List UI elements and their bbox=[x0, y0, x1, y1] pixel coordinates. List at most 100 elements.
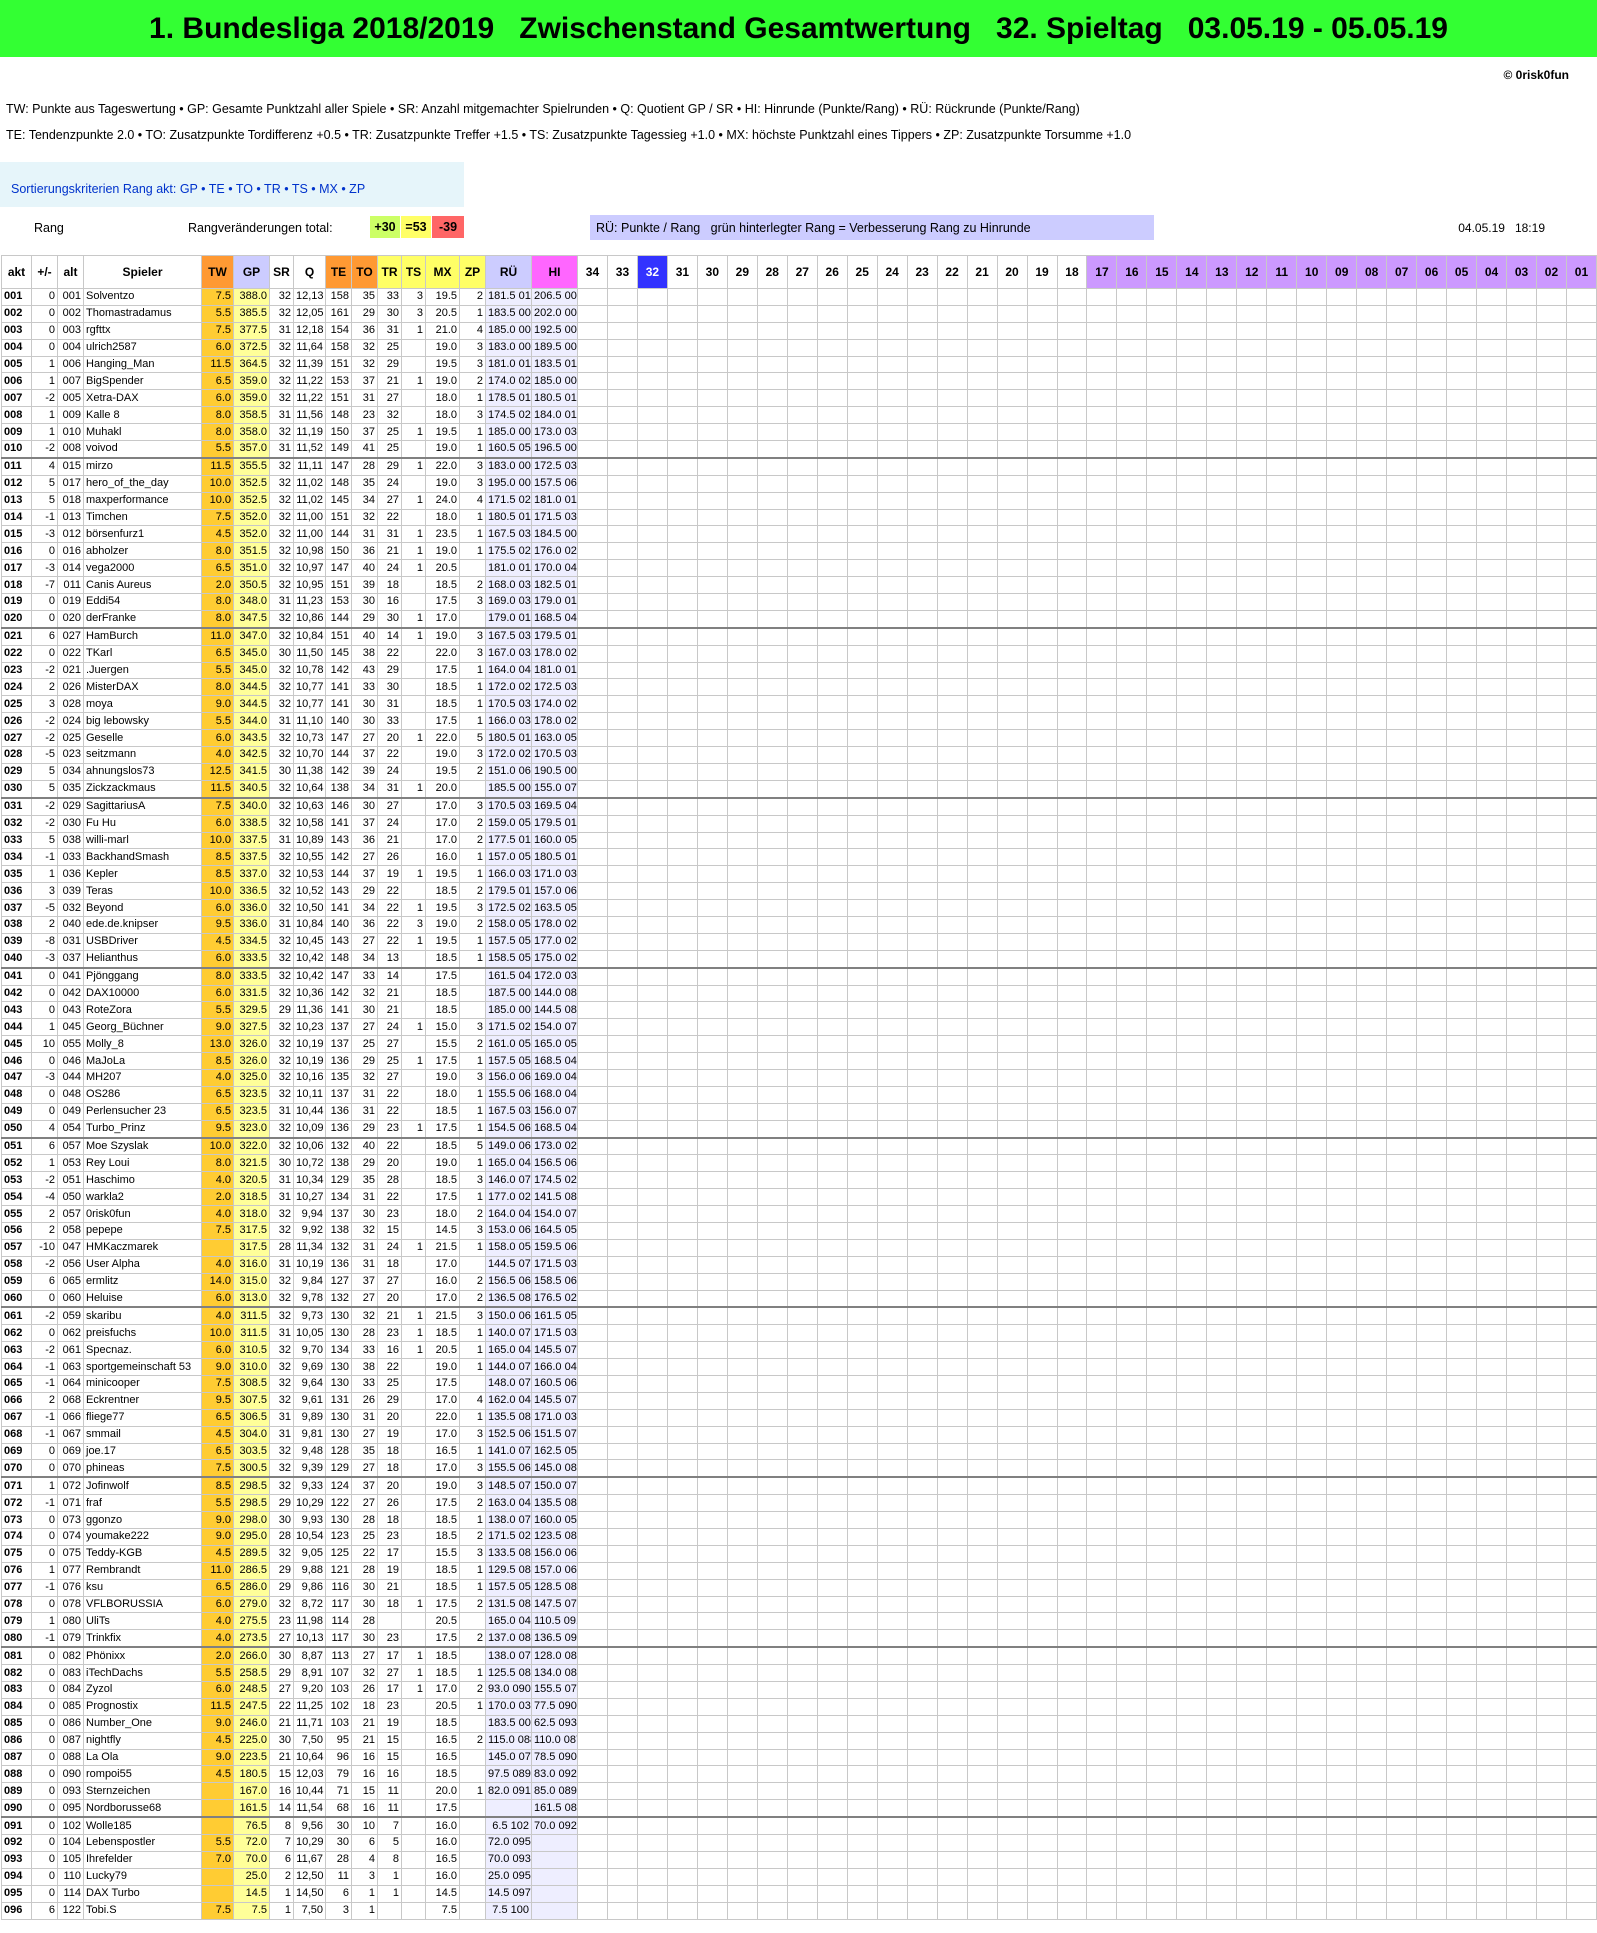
table-cell bbox=[1356, 1595, 1388, 1614]
table-cell bbox=[1146, 542, 1178, 561]
table-cell bbox=[1206, 644, 1238, 663]
table-cell bbox=[1236, 915, 1268, 934]
table-cell bbox=[1176, 762, 1208, 781]
table-cell: 11,34 bbox=[293, 1238, 326, 1257]
table-cell bbox=[846, 848, 878, 867]
table-cell bbox=[1026, 729, 1058, 748]
table-cell: 9,61 bbox=[293, 1391, 326, 1410]
table-cell bbox=[786, 1561, 818, 1580]
table-cell bbox=[786, 779, 818, 799]
table-cell: 32 bbox=[269, 1476, 294, 1496]
table-cell bbox=[726, 949, 758, 969]
table-cell bbox=[726, 967, 758, 986]
table-cell bbox=[1416, 1289, 1448, 1309]
table-cell bbox=[606, 1188, 638, 1207]
table-cell bbox=[756, 1816, 788, 1836]
table-cell bbox=[1266, 1341, 1298, 1360]
table-cell bbox=[846, 1765, 878, 1784]
table-cell bbox=[606, 1408, 638, 1427]
table-cell bbox=[786, 1188, 818, 1207]
table-cell bbox=[1446, 1408, 1478, 1427]
table-cell: 19.0 bbox=[425, 440, 460, 459]
table-cell bbox=[1026, 1238, 1058, 1257]
table-cell bbox=[1146, 304, 1178, 323]
table-cell bbox=[786, 508, 818, 527]
table-cell: Zickzackmaus bbox=[83, 779, 202, 799]
table-cell bbox=[636, 321, 668, 340]
table-cell: 6.0 bbox=[201, 1341, 234, 1360]
table-cell bbox=[1026, 932, 1058, 951]
table-cell bbox=[1296, 627, 1328, 646]
table-cell bbox=[577, 1646, 608, 1666]
table-cell bbox=[696, 1391, 728, 1410]
table-cell bbox=[906, 932, 938, 951]
table-cell bbox=[1386, 1901, 1418, 1920]
table-cell bbox=[1146, 1035, 1178, 1054]
table-cell: 30 bbox=[351, 1205, 378, 1223]
table-cell: 144.0 081 bbox=[531, 984, 578, 1003]
table-cell bbox=[936, 1476, 968, 1496]
table-cell bbox=[1236, 1561, 1268, 1580]
table-cell: 30 bbox=[269, 762, 294, 781]
table-cell: 31 bbox=[351, 1188, 378, 1207]
table-cell: 5 bbox=[377, 1834, 402, 1852]
table-cell: 169.0 043 bbox=[531, 1068, 578, 1087]
table-cell: 18.5 bbox=[425, 1646, 460, 1666]
table-cell bbox=[1026, 678, 1058, 697]
table-cell: HamBurch bbox=[83, 627, 202, 646]
table-cell bbox=[996, 831, 1028, 850]
table-cell bbox=[1536, 1085, 1567, 1104]
table-cell bbox=[696, 1799, 728, 1819]
table-cell: 39 bbox=[351, 576, 378, 595]
table-cell bbox=[966, 949, 998, 969]
table-cell: 32 bbox=[269, 729, 294, 748]
table-cell bbox=[1476, 321, 1508, 340]
table-cell bbox=[577, 1765, 608, 1784]
table-cell bbox=[996, 508, 1028, 527]
table-cell bbox=[1116, 457, 1148, 476]
table-cell bbox=[1296, 1289, 1328, 1309]
table-cell: 1 bbox=[31, 1154, 58, 1173]
table-cell: 170.0 040 bbox=[531, 559, 578, 578]
table-cell: 18.0 bbox=[425, 406, 460, 425]
table-cell bbox=[401, 1391, 426, 1410]
table-cell bbox=[756, 406, 788, 425]
table-cell bbox=[786, 406, 818, 425]
table-cell bbox=[1176, 1306, 1208, 1326]
table-cell bbox=[726, 1102, 758, 1121]
table-cell bbox=[1356, 1629, 1388, 1649]
table-cell bbox=[786, 915, 818, 934]
table-cell bbox=[1565, 1324, 1597, 1343]
table-cell bbox=[636, 1799, 668, 1819]
table-cell bbox=[1026, 372, 1058, 391]
table-cell bbox=[1446, 661, 1478, 680]
table-cell bbox=[459, 1255, 486, 1274]
table-cell: 32 bbox=[269, 1595, 294, 1614]
table-cell bbox=[485, 1799, 532, 1819]
table-cell: 0 bbox=[31, 1595, 58, 1614]
table-cell bbox=[1026, 338, 1058, 357]
table-cell bbox=[936, 762, 968, 781]
table-cell: 1 bbox=[401, 1119, 426, 1139]
table-cell bbox=[1176, 321, 1208, 340]
table-cell: 10,13 bbox=[293, 1629, 326, 1649]
table-cell bbox=[1056, 915, 1088, 934]
table-cell: 32 bbox=[269, 1358, 294, 1376]
table-cell bbox=[1476, 1408, 1508, 1427]
table-cell bbox=[846, 1205, 878, 1223]
table-cell bbox=[1146, 321, 1178, 340]
table-cell bbox=[726, 1731, 758, 1750]
table-cell bbox=[1236, 1085, 1268, 1104]
table-cell bbox=[996, 678, 1028, 697]
table-cell bbox=[696, 525, 728, 544]
table-cell: 151.0 066 bbox=[485, 762, 532, 781]
table-row: 022 0 022 TKarl 6.5 345.0 30 11,50 145 38 22 22.0 3 1… bbox=[1, 644, 1597, 663]
table-cell bbox=[1565, 712, 1597, 731]
table-cell bbox=[1476, 746, 1508, 764]
table-cell bbox=[1446, 1697, 1478, 1716]
table-cell bbox=[1565, 474, 1597, 493]
table-cell: Kalle 8 bbox=[83, 406, 202, 425]
table-cell bbox=[756, 1188, 788, 1207]
table-cell bbox=[906, 797, 938, 816]
table-cell bbox=[636, 1867, 668, 1886]
